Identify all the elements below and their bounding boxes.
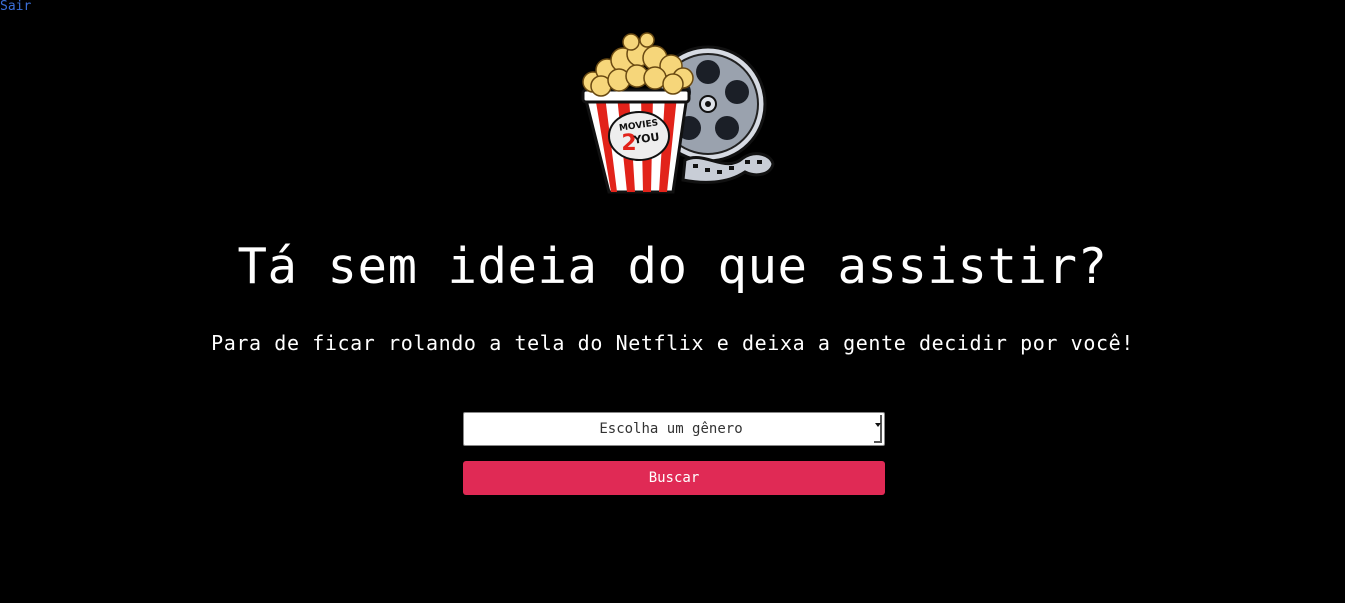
logout-link[interactable]: Sair <box>0 0 31 14</box>
genre-select-value: Escolha um gênero <box>599 421 743 437</box>
search-button[interactable]: Buscar <box>463 461 885 495</box>
page-title: Tá sem ideia do que assistir? <box>237 238 1108 295</box>
movies2you-logo: MOVIES 2 YOU <box>575 32 777 198</box>
genre-select[interactable]: Escolha um gênero <box>463 412 885 446</box>
dropdown-scrollbar <box>874 415 882 443</box>
popcorn-bucket-icon: MOVIES 2 YOU <box>581 32 694 194</box>
chevron-down-icon <box>875 423 881 427</box>
page-subtitle: Para de ficar rolando a tela do Netflix … <box>211 331 1134 355</box>
popcorn-film-reel-icon: MOVIES 2 YOU <box>581 32 775 194</box>
